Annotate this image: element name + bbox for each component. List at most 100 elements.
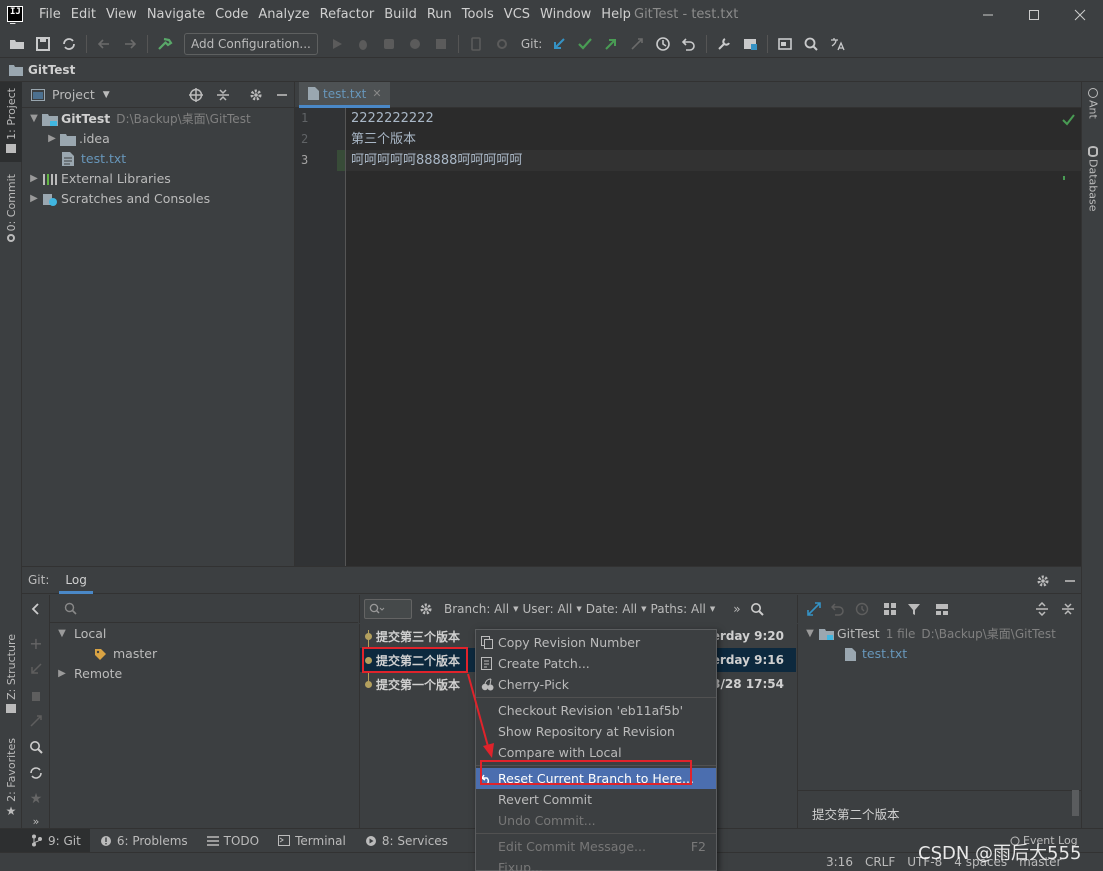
collapsed-chevron-icon[interactable]: ▶ (54, 664, 70, 684)
gear-icon[interactable] (418, 601, 434, 617)
gear-icon[interactable] (248, 87, 264, 103)
presentation-mode-icon[interactable] (772, 31, 798, 57)
maximize-button[interactable] (1011, 0, 1057, 30)
project-view-selector[interactable]: Project (52, 87, 95, 102)
changed-file-test-txt[interactable]: test.txt (798, 644, 1081, 664)
profile-icon[interactable] (402, 31, 428, 57)
run-icon[interactable] (324, 31, 350, 57)
attach-device-icon[interactable] (463, 31, 489, 57)
more-chevron-icon[interactable]: » (28, 813, 44, 829)
add-branch-icon[interactable]: + (28, 634, 44, 653)
stop-icon[interactable] (428, 31, 454, 57)
changed-files-root[interactable]: ▼ GitTest 1 file D:\Backup\桌面\GitTest (798, 624, 1081, 644)
git-rollback-icon[interactable] (676, 31, 702, 57)
back-arrow-icon[interactable] (91, 31, 117, 57)
user-filter[interactable]: User: All (518, 602, 576, 616)
paths-filter[interactable]: Paths: All (647, 602, 710, 616)
menu-item-cherry-pick[interactable]: Cherry-Pick (476, 674, 716, 695)
close-button[interactable] (1057, 0, 1103, 30)
menu-code[interactable]: Code (210, 0, 253, 30)
menu-item-edit-message[interactable]: Edit Commit Message... F2 (476, 836, 716, 857)
tree-item-external-libraries[interactable]: ▶ External Libraries (22, 169, 294, 189)
change-marker[interactable] (337, 150, 345, 171)
delete-trash-icon[interactable] (28, 687, 44, 703)
git-history-clock-icon[interactable] (650, 31, 676, 57)
date-filter[interactable]: Date: All (582, 602, 641, 616)
hide-minus-icon[interactable] (274, 87, 290, 103)
editor-tab-test-txt[interactable]: test.txt ✕ (299, 82, 390, 108)
line-separator[interactable]: CRLF (859, 853, 901, 871)
branch-group-remote[interactable]: ▶ Remote (50, 664, 358, 684)
git-update-arrow-icon[interactable] (546, 31, 572, 57)
filter-icon[interactable] (906, 601, 922, 617)
history-clock-icon[interactable] (854, 601, 870, 617)
more-chevron-icon[interactable]: » (733, 602, 740, 616)
code-line[interactable]: 第三个版本 (346, 129, 1081, 150)
checkout-arrow-icon[interactable] (28, 661, 44, 677)
menu-navigate[interactable]: Navigate (142, 0, 210, 30)
save-all-button[interactable] (30, 31, 56, 57)
code-line[interactable]: 2222222222 (346, 108, 1081, 129)
menu-item-checkout-revision[interactable]: Checkout Revision 'eb11af5b' (476, 700, 716, 721)
menu-view[interactable]: View (101, 0, 142, 30)
debug-bug-icon[interactable] (350, 31, 376, 57)
menu-refactor[interactable]: Refactor (315, 0, 380, 30)
menu-item-show-repository[interactable]: Show Repository at Revision (476, 721, 716, 742)
tool-button-todo[interactable]: TODO (197, 829, 268, 853)
menu-window[interactable]: Window (535, 0, 596, 30)
search-everywhere-icon[interactable] (798, 31, 824, 57)
compare-icon[interactable] (28, 713, 44, 729)
branch-search-field[interactable] (50, 595, 358, 623)
project-structure-settings-icon[interactable] (489, 31, 515, 57)
editor-text-area[interactable]: 2222222222 第三个版本 呵呵呵呵呵88888呵呵呵呵呵 (346, 108, 1081, 566)
expand-all-icon[interactable] (1034, 601, 1050, 617)
add-configuration-button[interactable]: Add Configuration... (184, 32, 318, 55)
build-hammer-icon[interactable] (152, 31, 178, 57)
menu-run[interactable]: Run (422, 0, 457, 30)
git-compare-icon[interactable] (624, 31, 650, 57)
settings-wrench-icon[interactable] (711, 31, 737, 57)
hide-minus-icon[interactable] (1062, 573, 1078, 589)
menu-edit[interactable]: Edit (66, 0, 101, 30)
menu-item-fixup[interactable]: Fixup... (476, 857, 716, 871)
tool-button-problems[interactable]: 6: Problems (90, 829, 197, 853)
menu-vcs[interactable]: VCS (499, 0, 535, 30)
tool-button-terminal[interactable]: Terminal (268, 829, 355, 853)
branch-filter[interactable]: Branch: All (440, 602, 513, 616)
open-folder-button[interactable] (4, 31, 30, 57)
tool-button-services[interactable]: 8: Services (355, 829, 457, 853)
details-scrollbar[interactable] (1072, 790, 1079, 816)
tool-tab-commit[interactable]: 0: Commit (0, 174, 22, 249)
revert-icon[interactable] (830, 601, 846, 617)
tree-item-scratches[interactable]: ▶ Scratches and Consoles (22, 189, 294, 209)
collapsed-chevron-icon[interactable]: ▶ (26, 189, 42, 209)
favorite-star-icon[interactable]: ★ (28, 791, 44, 807)
navbar-project-name[interactable]: GitTest (28, 63, 75, 77)
git-push-arrow-icon[interactable] (598, 31, 624, 57)
expanded-chevron-icon[interactable]: ▼ (802, 624, 818, 644)
translate-icon[interactable] (824, 31, 850, 57)
forward-arrow-icon[interactable] (117, 31, 143, 57)
menu-tools[interactable]: Tools (457, 0, 499, 30)
git-commit-check-icon[interactable] (572, 31, 598, 57)
search-icon[interactable] (749, 601, 765, 617)
menu-item-create-patch[interactable]: Create Patch... (476, 653, 716, 674)
menu-analyze[interactable]: Analyze (253, 0, 314, 30)
tool-tab-project[interactable]: 1: Project (0, 82, 22, 162)
expanded-chevron-icon[interactable]: ▼ (54, 624, 70, 644)
gear-icon[interactable] (1035, 573, 1051, 589)
minimize-button[interactable] (965, 0, 1011, 30)
tool-tab-ant[interactable]: Ant (1082, 88, 1103, 132)
tree-item-idea[interactable]: ▶ .idea (22, 129, 294, 149)
menu-item-copy-revision[interactable]: Copy Revision Number (476, 632, 716, 653)
tree-item-test-txt[interactable]: test.txt (22, 149, 294, 169)
dropdown-arrow-icon[interactable]: ▼ (103, 90, 110, 100)
tool-tab-database[interactable]: Database (1082, 146, 1103, 216)
menu-item-revert-commit[interactable]: Revert Commit (476, 789, 716, 810)
tree-item-gittest[interactable]: ▼ GitTest D:\Backup\桌面\GitTest (22, 109, 294, 129)
tool-tab-structure[interactable]: Z: Structure (0, 634, 22, 719)
menu-item-undo-commit[interactable]: Undo Commit... (476, 810, 716, 831)
project-structure-icon[interactable] (737, 31, 763, 57)
expanded-chevron-icon[interactable]: ▼ (26, 109, 42, 129)
collapse-all-icon[interactable] (215, 87, 231, 103)
